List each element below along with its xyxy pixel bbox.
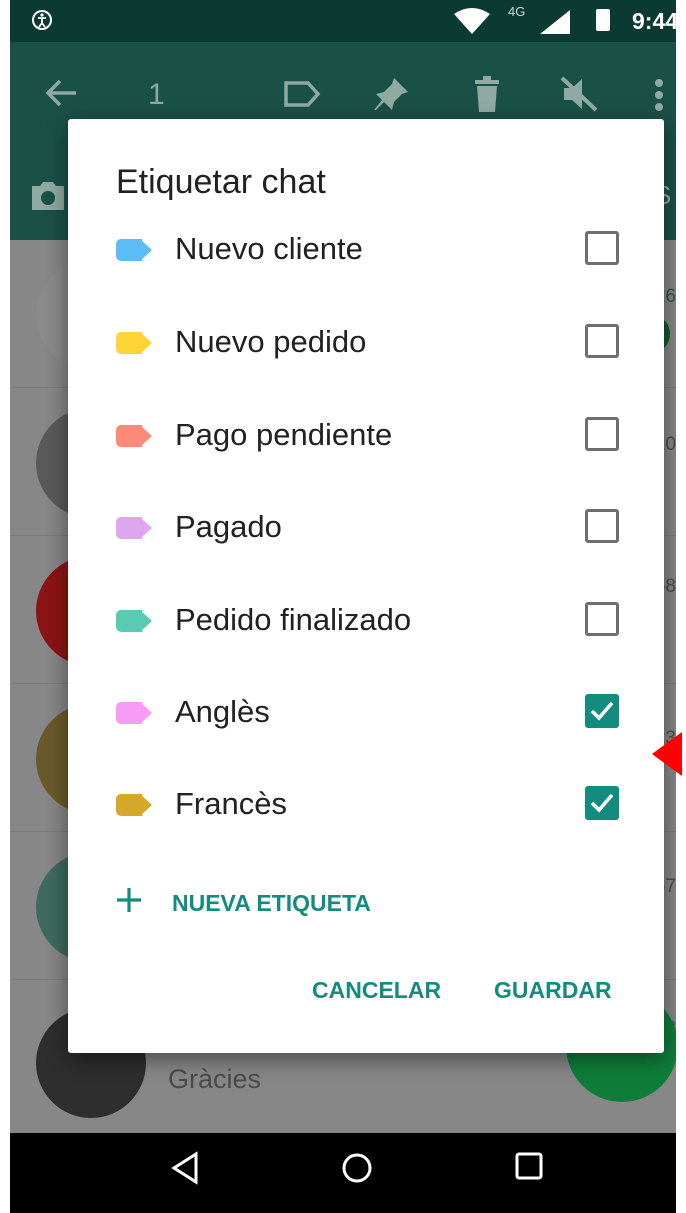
label-checkbox[interactable] xyxy=(585,786,619,820)
label-name: Nuevo pedido xyxy=(175,324,367,359)
selected-count: 1 xyxy=(148,78,165,111)
checkmark-icon xyxy=(590,701,614,721)
new-label-text: NUEVA ETIQUETA xyxy=(172,890,371,916)
label-tag-icon xyxy=(116,332,154,354)
label-row[interactable]: Pedido finalizado xyxy=(68,586,664,656)
phone-screen: 4G 9:44 1 S xyxy=(10,0,676,1213)
label-checkbox[interactable] xyxy=(585,417,619,451)
label-checkbox[interactable] xyxy=(585,694,619,728)
wifi-icon xyxy=(454,8,490,39)
home-nav-icon[interactable] xyxy=(340,1151,374,1190)
label-checkbox[interactable] xyxy=(585,324,619,358)
status-bar: 4G 9:44 xyxy=(10,0,676,42)
checkmark-icon xyxy=(590,793,614,813)
dialog-title: Etiquetar chat xyxy=(116,163,326,201)
label-tag-icon xyxy=(116,794,154,816)
label-tag-icon xyxy=(116,239,154,261)
label-tag-icon xyxy=(116,517,154,539)
label-name: Pago pendiente xyxy=(175,417,393,452)
signal-icon xyxy=(540,10,570,39)
back-arrow-icon[interactable] xyxy=(44,78,78,113)
navigation-bar xyxy=(10,1133,676,1213)
accessibility-icon xyxy=(30,8,54,32)
network-type: 4G xyxy=(508,4,526,19)
label-checkbox[interactable] xyxy=(585,602,619,636)
label-row[interactable]: Nuevo cliente xyxy=(68,215,664,285)
label-name: Nuevo cliente xyxy=(175,231,363,266)
label-row[interactable]: Nuevo pedido xyxy=(68,308,664,378)
back-nav-icon[interactable] xyxy=(170,1151,200,1190)
label-name: Pedido finalizado xyxy=(175,602,412,637)
plus-icon xyxy=(114,885,144,920)
label-name: Pagado xyxy=(175,509,282,544)
label-name: Anglès xyxy=(175,694,270,729)
label-tag-icon xyxy=(116,702,154,724)
delete-icon[interactable] xyxy=(472,76,502,117)
label-checkbox[interactable] xyxy=(585,509,619,543)
save-button[interactable]: GUARDAR xyxy=(494,977,612,1004)
chat-snippet: Gràcies xyxy=(168,1064,262,1094)
label-checkbox[interactable] xyxy=(585,231,619,265)
cancel-button[interactable]: CANCELAR xyxy=(312,977,441,1004)
label-row[interactable]: Pagado xyxy=(68,493,664,563)
label-chat-dialog: Etiquetar chat Nuevo cliente Nuevo pedido… xyxy=(68,119,664,1053)
mute-icon[interactable] xyxy=(560,76,600,117)
label-name: Francès xyxy=(175,786,287,821)
battery-icon xyxy=(596,9,610,31)
label-row[interactable]: Pago pendiente xyxy=(68,401,664,471)
status-time: 9:44 xyxy=(632,8,676,34)
label-row[interactable]: Anglès xyxy=(68,678,664,748)
annotation-arrow xyxy=(652,732,682,776)
label-icon[interactable] xyxy=(282,80,322,113)
label-tag-icon xyxy=(116,610,154,632)
recents-nav-icon[interactable] xyxy=(514,1151,544,1186)
label-tag-icon xyxy=(116,425,154,447)
label-row[interactable]: Francès xyxy=(68,770,664,840)
camera-icon[interactable] xyxy=(28,180,68,217)
more-options-icon[interactable] xyxy=(654,78,664,117)
pin-icon[interactable] xyxy=(374,76,410,117)
